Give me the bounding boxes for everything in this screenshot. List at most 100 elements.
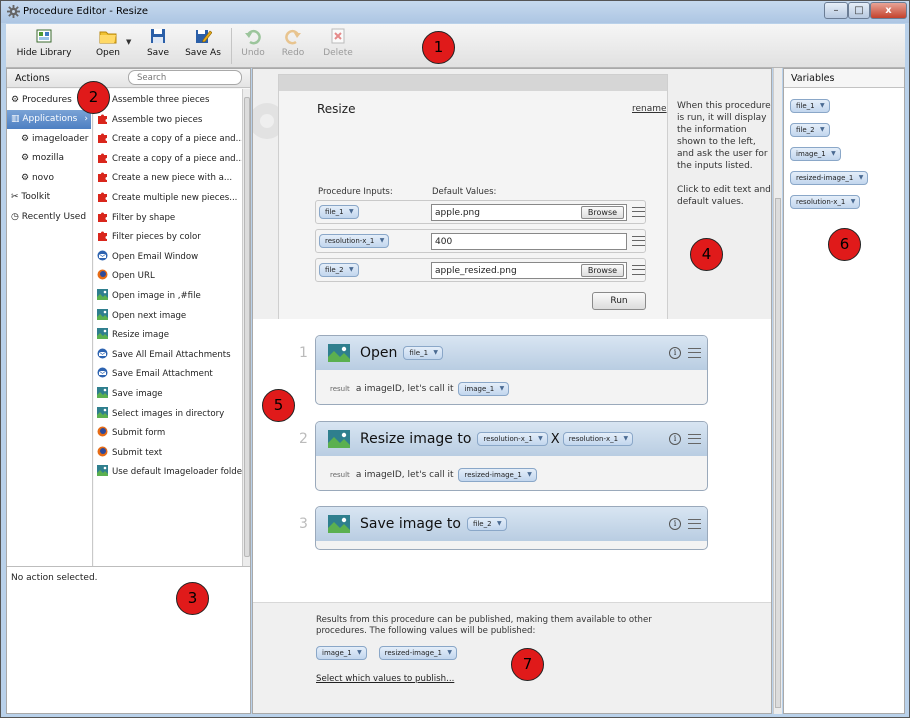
action-item[interactable]: Open next image (97, 307, 186, 326)
input-variable-pill[interactable]: file_2 (319, 263, 359, 277)
variable-pill[interactable]: file_2 (790, 123, 830, 137)
thunderbird-icon (97, 250, 108, 261)
category-novo[interactable]: ⚙ novo (7, 169, 91, 188)
result-variable-pill[interactable]: resized-image_1 (458, 468, 537, 482)
step-number: 3 (299, 516, 308, 532)
action-item[interactable]: Create multiple new pieces... (97, 189, 237, 208)
step-menu-icon[interactable] (688, 348, 701, 358)
step-card[interactable]: Save image to file_2 i (315, 506, 708, 550)
action-item[interactable]: Submit text (97, 444, 162, 463)
default-value-field[interactable]: apple.png Browse (431, 204, 627, 221)
step-card[interactable]: Resize image to resolution-x_1Xresolution… (315, 421, 708, 491)
action-item[interactable]: Filter by shape (97, 209, 175, 228)
action-item[interactable]: Save All Email Attachments (97, 346, 231, 365)
variable-pill[interactable]: file_1 (790, 99, 830, 113)
redo-button[interactable]: Redo (280, 27, 306, 58)
delete-button[interactable]: Delete (322, 27, 354, 58)
published-value-pill[interactable]: resized-image_1 (378, 646, 457, 660)
minimize-button[interactable]: – (824, 2, 848, 19)
close-button[interactable]: x (870, 2, 907, 19)
scrollbar-thumb[interactable] (775, 198, 781, 708)
action-item[interactable]: Use default Imageloader folder (97, 463, 242, 482)
select-publish-link[interactable]: Select which values to publish... (316, 674, 454, 684)
procedure-input-card[interactable]: Resize rename Procedure Inputs: Default … (278, 74, 668, 320)
action-item[interactable]: Create a copy of a piece and... (97, 130, 242, 149)
default-value-field[interactable]: 400 (431, 233, 627, 250)
procedure-help-text[interactable]: When this procedure is run, it will disp… (677, 100, 771, 208)
open-button[interactable]: Open (88, 27, 128, 58)
action-item-label: Filter pieces by color (112, 232, 201, 243)
browse-button[interactable]: Browse (581, 206, 624, 219)
info-icon[interactable]: i (669, 518, 681, 530)
action-item[interactable]: Create a copy of a piece and... (97, 150, 242, 169)
action-item[interactable]: Assemble two pieces (97, 111, 202, 130)
actions-title: Actions (15, 73, 50, 84)
step-menu-icon[interactable] (688, 434, 701, 444)
variable-pill[interactable]: resolution-x_1 (790, 195, 861, 209)
action-item[interactable]: Save Email Attachment (97, 365, 213, 384)
row-menu-icon[interactable] (632, 236, 645, 246)
default-value-field[interactable]: apple_resized.png Browse (431, 262, 627, 279)
callout-marker: 6 (828, 228, 861, 261)
action-item-label: Assemble three pieces (112, 95, 210, 105)
thunderbird-icon (97, 367, 108, 378)
procedure-input-row: file_2 apple_resized.png Browse (315, 258, 646, 282)
folder-icon (99, 31, 117, 44)
step-title-text: Resize image to (360, 431, 472, 447)
step-param-pill[interactable]: file_2 (466, 517, 507, 531)
input-variable-pill[interactable]: file_1 (319, 205, 359, 219)
step-title-text: Open (360, 345, 398, 361)
search-input[interactable] (128, 70, 242, 85)
category-applications[interactable]: ▥ Applications › (7, 110, 91, 129)
step-card[interactable]: Open file_1 i result a imageID, let's call i… (315, 335, 708, 405)
action-item[interactable]: Filter pieces by color (97, 228, 201, 247)
info-icon[interactable]: i (669, 433, 681, 445)
step-result: result a imageID, let's call it image_1 (330, 382, 510, 396)
save-button[interactable]: Save (144, 27, 172, 58)
action-item[interactable]: Open Email Window (97, 248, 198, 267)
step-param-pill[interactable]: resolution-x_1 (477, 432, 548, 446)
maximize-button[interactable]: □ (848, 2, 870, 19)
action-item-label: Submit text (112, 447, 163, 458)
action-item[interactable]: Create a new piece with a... (97, 169, 232, 188)
variable-pill[interactable]: image_1 (790, 147, 841, 161)
action-item[interactable]: Open image in ,#file (97, 287, 201, 306)
action-item[interactable]: Submit form (97, 424, 165, 443)
scrollbar-thumb[interactable] (244, 97, 250, 557)
category-recently-used[interactable]: ◷ Recently Used (7, 208, 91, 227)
result-variable-pill[interactable]: image_1 (458, 382, 510, 396)
action-item[interactable]: Open URL (97, 267, 155, 286)
canvas-scrollbar[interactable] (773, 68, 782, 714)
row-menu-icon[interactable] (632, 265, 645, 275)
action-item[interactable]: Select images in directory (97, 405, 224, 424)
action-list-scrollbar[interactable] (242, 89, 250, 566)
published-value-pill[interactable]: image_1 (316, 646, 367, 660)
open-dropdown-arrow-icon[interactable]: ▼ (126, 38, 131, 46)
browse-button[interactable]: Browse (581, 264, 624, 277)
action-item-label: Assemble two pieces (112, 114, 203, 125)
step-param-pill[interactable]: file_1 (403, 346, 444, 360)
category-mozilla[interactable]: ⚙ mozilla (7, 149, 91, 168)
firefox-icon (97, 269, 108, 280)
image-icon (328, 515, 350, 533)
run-button[interactable]: Run (592, 292, 646, 310)
info-icon[interactable]: i (669, 347, 681, 359)
variable-pill[interactable]: resized-image_1 (790, 171, 869, 185)
action-item[interactable]: Save image (97, 385, 163, 404)
action-item-label: Select images in directory (112, 408, 225, 419)
rename-link[interactable]: rename (632, 104, 667, 114)
action-item[interactable]: Assemble three pieces (97, 91, 209, 110)
undo-button[interactable]: Undo (240, 27, 266, 58)
step-param-pill[interactable]: resolution-x_1 (562, 432, 634, 446)
step-menu-icon[interactable] (688, 519, 701, 529)
save-as-button[interactable]: Save As (184, 27, 222, 58)
input-variable-pill[interactable]: resolution-x_1 (319, 234, 390, 248)
action-item[interactable]: Resize image (97, 326, 169, 345)
gear-icon: ⚙ (11, 95, 20, 105)
category-imageloader[interactable]: ⚙ imageloader (7, 130, 91, 149)
action-list: Assemble three pieces Assemble two pieces… (94, 89, 242, 566)
category-toolkit[interactable]: ✂ Toolkit (7, 188, 91, 207)
hide-library-button[interactable]: Hide Library (16, 27, 72, 58)
row-menu-icon[interactable] (632, 207, 645, 217)
procedure-title[interactable]: Resize (317, 102, 355, 116)
